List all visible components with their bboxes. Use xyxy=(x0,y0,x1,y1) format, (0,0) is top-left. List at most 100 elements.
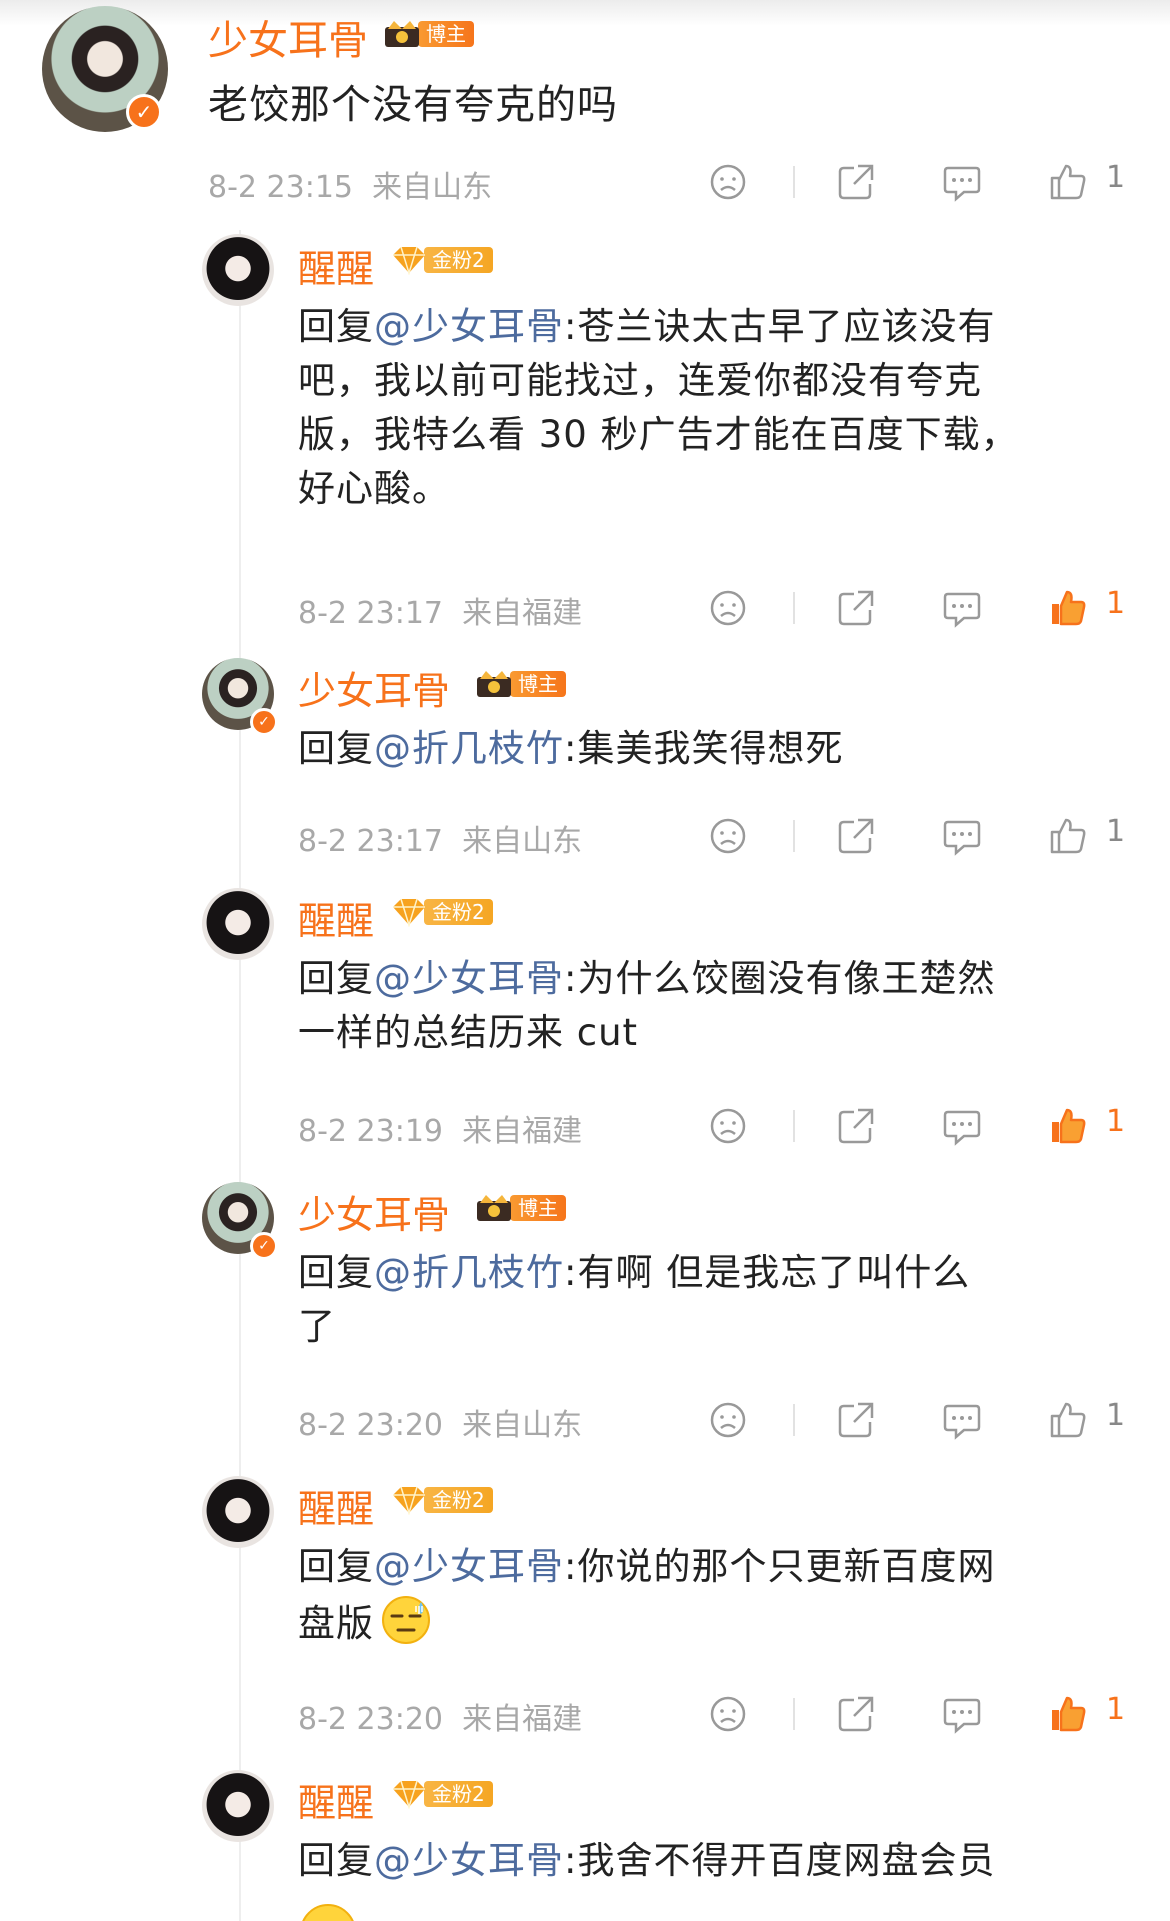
share-icon[interactable] xyxy=(836,816,876,856)
dislike-icon[interactable] xyxy=(708,588,748,628)
text-line: :我舍不得开百度网盘会员 xyxy=(564,1839,996,1882)
like-icon[interactable] xyxy=(1048,1400,1088,1440)
avatar[interactable] xyxy=(202,1476,274,1548)
like-count: 1 xyxy=(1106,1398,1126,1433)
reply-prefix: 回复 xyxy=(298,957,374,1000)
fan-badge: 金粉2 xyxy=(390,1778,493,1810)
crown-icon xyxy=(384,19,422,49)
user-name[interactable]: 醒醒 xyxy=(298,1478,374,1533)
mention-link[interactable]: @少女耳骨 xyxy=(374,1545,564,1588)
dislike-icon[interactable] xyxy=(708,1694,748,1734)
partial-emoji xyxy=(300,1904,356,1921)
share-icon[interactable] xyxy=(836,1106,876,1146)
comment-icon[interactable] xyxy=(942,162,982,202)
reply-prefix: 回复 xyxy=(298,1545,374,1588)
divider xyxy=(793,166,795,198)
share-icon[interactable] xyxy=(836,588,876,628)
user-name[interactable]: 醒醒 xyxy=(298,1772,374,1827)
user-name[interactable]: 少女耳骨 xyxy=(208,8,368,66)
reply-prefix: 回复 xyxy=(298,1251,374,1294)
location: 来自山东 xyxy=(372,170,493,205)
avatar[interactable] xyxy=(202,1770,274,1842)
reply-comment: ✓ 少女耳骨 博主 回复@折几枝竹:集美我笑得想死 8-2 23:17 来自山东… xyxy=(0,652,1170,859)
divider xyxy=(793,1110,795,1142)
diamond-icon xyxy=(390,245,428,275)
reply-prefix: 回复 xyxy=(298,727,374,770)
share-icon[interactable] xyxy=(836,1694,876,1734)
fan-badge: 金粉2 xyxy=(390,244,493,276)
blogger-badge: 博主 xyxy=(476,668,566,700)
timestamp: 8-2 23:17 xyxy=(298,824,443,859)
comment-icon[interactable] xyxy=(942,1694,982,1734)
mention-link[interactable]: @少女耳骨 xyxy=(374,305,564,348)
divider xyxy=(793,1698,795,1730)
like-icon-active[interactable] xyxy=(1048,588,1088,628)
mention-link[interactable]: @少女耳骨 xyxy=(374,1839,564,1882)
text-line: 版，我特么看 30 秒广告才能在百度下载， xyxy=(298,413,1019,456)
comment-text: 回复@少女耳骨:为什么饺圈没有像王楚然 一样的总结历来 cut xyxy=(298,952,1128,1060)
avatar[interactable] xyxy=(202,234,274,306)
mention-link[interactable]: @折几枝竹 xyxy=(374,727,564,770)
verified-icon: ✓ xyxy=(250,708,278,736)
text-line: :为什么饺圈没有像王楚然 xyxy=(564,957,996,1000)
like-icon-active[interactable] xyxy=(1048,1694,1088,1734)
timestamp: 8-2 23:19 xyxy=(298,1114,443,1149)
crown-icon xyxy=(476,1193,514,1223)
like-icon-active[interactable] xyxy=(1048,1106,1088,1146)
user-name[interactable]: 醒醒 xyxy=(298,238,374,293)
comment-meta: 8-2 23:17 来自福建 xyxy=(298,588,582,632)
diamond-icon xyxy=(390,1779,428,1809)
like-icon[interactable] xyxy=(1048,816,1088,856)
reply-comment: 醒醒 金粉2 回复@少女耳骨:我舍不得开百度网盘会员 xyxy=(0,1764,1170,1921)
reply-comment: 醒醒 金粉2 回复@少女耳骨:你说的那个只更新百度网 盘版 8-2 23:20 … xyxy=(0,1470,1170,1737)
comment-icon[interactable] xyxy=(942,816,982,856)
location: 来自福建 xyxy=(462,596,583,631)
location: 来自山东 xyxy=(462,824,583,859)
mention-link[interactable]: @少女耳骨 xyxy=(374,957,564,1000)
diamond-icon xyxy=(390,1485,428,1515)
like-count: 1 xyxy=(1106,1692,1126,1727)
text-line: :有啊 但是我忘了叫什么 xyxy=(564,1251,971,1294)
comment-text: 回复@折几枝竹:有啊 但是我忘了叫什么 了 xyxy=(298,1246,1128,1354)
location: 来自福建 xyxy=(462,1114,583,1149)
dislike-icon[interactable] xyxy=(708,1400,748,1440)
user-name[interactable]: 醒醒 xyxy=(298,890,374,945)
action-bar: 1 xyxy=(708,1104,1148,1146)
action-bar: 1 xyxy=(708,1398,1148,1440)
divider xyxy=(793,1404,795,1436)
timestamp: 8-2 23:15 xyxy=(208,170,353,205)
text-line: :你说的那个只更新百度网 xyxy=(564,1545,996,1588)
timestamp: 8-2 23:17 xyxy=(298,596,443,631)
timestamp: 8-2 23:20 xyxy=(298,1408,443,1443)
like-count: 1 xyxy=(1106,586,1126,621)
comment-icon[interactable] xyxy=(942,1400,982,1440)
comment-text: 老饺那个没有夸克的吗 xyxy=(208,82,618,128)
blogger-badge: 博主 xyxy=(476,1192,566,1224)
verified-icon: ✓ xyxy=(126,94,162,130)
user-name[interactable]: 少女耳骨 xyxy=(298,660,450,715)
diamond-icon xyxy=(390,897,428,927)
mention-link[interactable]: @折几枝竹 xyxy=(374,1251,564,1294)
text-line: 好心酸。 xyxy=(298,467,450,510)
dislike-icon[interactable] xyxy=(708,816,748,856)
comment-text: 回复@少女耳骨:你说的那个只更新百度网 盘版 xyxy=(298,1540,1128,1651)
text-line: 一样的总结历来 cut xyxy=(298,1011,639,1054)
comment-icon[interactable] xyxy=(942,588,982,628)
comment-icon[interactable] xyxy=(942,1106,982,1146)
comment-meta: 8-2 23:15 来自山东 xyxy=(208,162,492,206)
share-icon[interactable] xyxy=(836,162,876,202)
user-name[interactable]: 少女耳骨 xyxy=(298,1184,450,1239)
dislike-icon[interactable] xyxy=(708,162,748,202)
reply-comment: 醒醒 金粉2 回复@少女耳骨:苍兰诀太古早了应该没有 吧，我以前可能找过，连爱你… xyxy=(0,230,1170,632)
share-icon[interactable] xyxy=(836,1400,876,1440)
divider xyxy=(793,592,795,624)
avatar[interactable] xyxy=(202,888,274,960)
dislike-icon[interactable] xyxy=(708,1106,748,1146)
comment-text: 回复@少女耳骨:我舍不得开百度网盘会员 xyxy=(298,1834,1128,1888)
like-icon[interactable] xyxy=(1048,162,1088,202)
reply-comment: ✓ 少女耳骨 博主 回复@折几枝竹:有啊 但是我忘了叫什么 了 8-2 23:2… xyxy=(0,1176,1170,1443)
comment-text: 回复@折几枝竹:集美我笑得想死 xyxy=(298,722,1128,776)
text-line: 盘版 xyxy=(298,1602,374,1645)
comment-meta: 8-2 23:19 来自福建 xyxy=(298,1106,582,1150)
fan-badge: 金粉2 xyxy=(390,1484,493,1516)
